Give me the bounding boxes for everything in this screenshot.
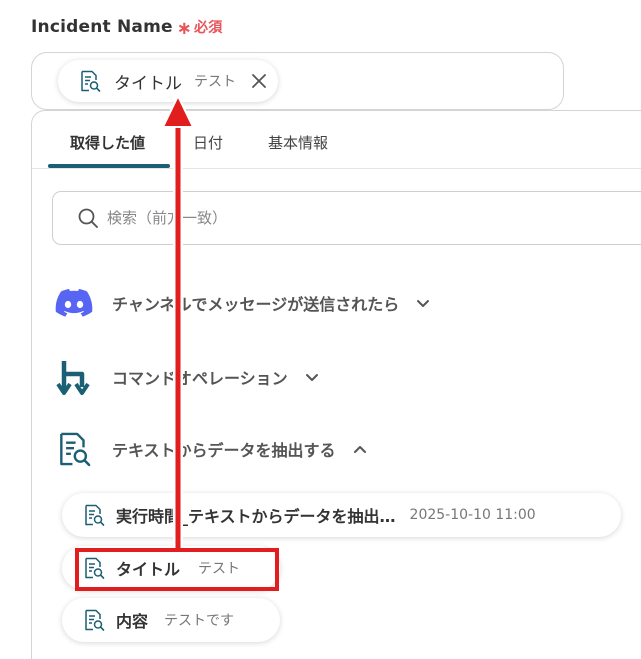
list-item[interactable]: 内容 テストです	[62, 598, 280, 642]
search-input[interactable]	[107, 209, 527, 227]
tab-date[interactable]: 日付	[193, 132, 223, 153]
document-search-icon	[82, 608, 106, 632]
document-search-icon	[82, 556, 106, 580]
required-text: 必須	[194, 20, 223, 36]
required-badge: ∗ 必須	[176, 18, 223, 39]
section-command-operation[interactable]: コマンドオペレーション	[54, 357, 320, 397]
tab-bar: 取得した値 日付 基本情報	[32, 111, 641, 169]
chevron-up-icon	[353, 446, 366, 453]
section-discord-trigger[interactable]: チャンネルでメッセージが送信されたら	[54, 283, 431, 323]
selected-value-chip[interactable]: タイトル テスト	[58, 60, 278, 102]
close-icon[interactable]	[250, 72, 268, 90]
command-operation-icon	[54, 357, 94, 397]
document-search-icon	[78, 69, 102, 93]
chip-label: タイトル	[114, 73, 182, 94]
item-label: 実行時間_テキストからデータを抽出…	[116, 507, 396, 526]
field-label-text: Incident Name	[31, 17, 173, 37]
section-label: テキストからデータを抽出する	[112, 441, 336, 460]
item-value: テストです	[164, 613, 235, 629]
chevron-down-icon	[305, 374, 318, 381]
list-item[interactable]: タイトル テスト	[62, 546, 280, 590]
item-value: 2025-10-10 11:00	[409, 507, 536, 523]
incident-name-label: Incident Name ∗ 必須	[31, 16, 223, 39]
discord-icon	[54, 283, 94, 323]
chevron-down-icon	[417, 300, 430, 307]
tab-obtained-values[interactable]: 取得した値	[70, 132, 145, 153]
required-asterisk: ∗	[176, 18, 193, 39]
active-tab-indicator	[48, 164, 170, 168]
section-label: コマンドオペレーション	[112, 369, 288, 388]
item-label: タイトル	[116, 560, 181, 579]
tab-basic-info[interactable]: 基本情報	[268, 132, 328, 153]
section-extract-data[interactable]: テキストからデータを抽出する	[54, 429, 368, 469]
document-search-icon	[82, 503, 106, 527]
item-value: テスト	[198, 561, 241, 577]
section-label: チャンネルでメッセージが送信されたら	[112, 295, 400, 314]
search-icon	[78, 208, 98, 228]
document-search-icon	[54, 429, 94, 469]
search-box[interactable]	[52, 191, 641, 245]
item-label: 内容	[116, 612, 149, 631]
list-item[interactable]: 実行時間_テキストからデータを抽出… 2025-10-10 11:00	[62, 493, 621, 537]
chip-value: テスト	[194, 74, 236, 90]
